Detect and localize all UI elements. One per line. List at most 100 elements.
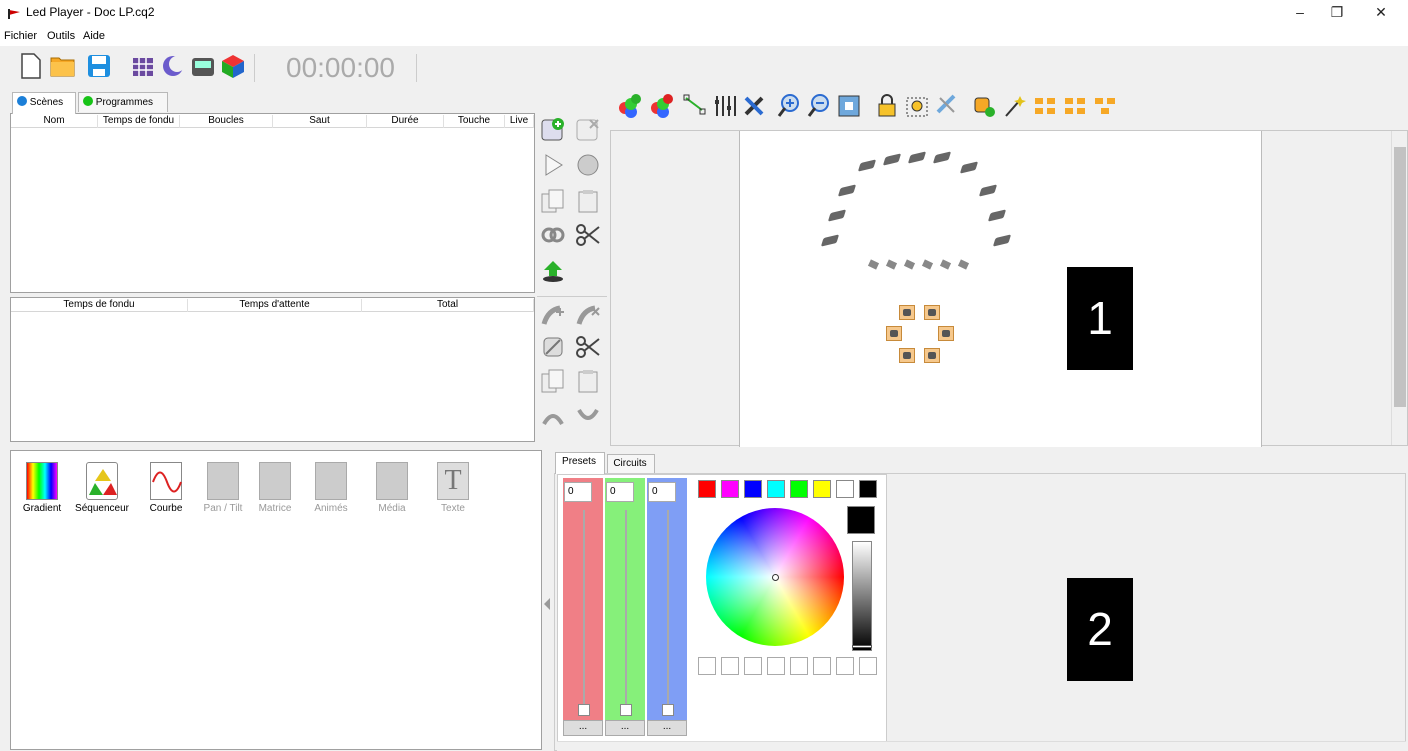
menu-fichier[interactable]: Fichier xyxy=(2,30,39,42)
zoom-in-icon[interactable] xyxy=(776,92,802,120)
col-duree[interactable]: Durée xyxy=(367,115,444,128)
red-more-button[interactable]: ... xyxy=(563,720,603,736)
fit-view-icon[interactable] xyxy=(836,92,862,120)
upload-icon[interactable] xyxy=(540,258,566,284)
col-saut[interactable]: Saut xyxy=(273,115,367,128)
effect-pan-tilt[interactable]: Pan / Tilt xyxy=(203,462,243,514)
effect-matrice[interactable]: Matrice xyxy=(255,462,295,514)
effect-gradient[interactable]: Gradient xyxy=(22,462,62,514)
restore-button[interactable]: ❐ xyxy=(1320,4,1354,21)
col-temps-de-fondu[interactable]: Temps de fondu xyxy=(11,299,188,312)
swatch-blue[interactable] xyxy=(744,480,762,498)
paste-step-icon[interactable] xyxy=(575,368,601,394)
blue-slider[interactable]: 0 xyxy=(647,478,687,720)
red-slider[interactable]: 0 xyxy=(563,478,603,720)
cut-step-icon[interactable] xyxy=(575,334,601,360)
clear-step-icon[interactable] xyxy=(540,334,566,360)
col-nom[interactable]: Nom xyxy=(11,115,98,128)
col-temps-attente[interactable]: Temps d'attente xyxy=(188,299,362,312)
align-grid-icon-1[interactable] xyxy=(1032,92,1058,120)
add-moving-head-icon[interactable] xyxy=(970,92,996,120)
delete-step-icon[interactable] xyxy=(575,304,601,330)
effect-animes[interactable]: Animés xyxy=(311,462,351,514)
save-icon[interactable] xyxy=(86,52,112,80)
custom-swatch[interactable] xyxy=(836,657,854,675)
align-grid-icon-2[interactable] xyxy=(1062,92,1088,120)
red-value-input[interactable]: 0 xyxy=(564,482,592,502)
close-button[interactable]: ✕ xyxy=(1364,4,1398,21)
magic-wand-icon[interactable] xyxy=(1002,92,1028,120)
custom-swatch[interactable] xyxy=(767,657,785,675)
open-folder-icon[interactable] xyxy=(50,52,76,80)
add-scene-icon[interactable] xyxy=(540,116,566,142)
move-down-icon[interactable] xyxy=(575,404,601,430)
delete-scene-icon[interactable] xyxy=(575,116,601,142)
swatch-cyan[interactable] xyxy=(767,480,785,498)
scissors-icon[interactable] xyxy=(575,222,601,248)
remove-fixture-icon[interactable] xyxy=(648,92,674,120)
col-temps-de-fondu[interactable]: Temps de fondu xyxy=(98,115,180,128)
collapse-arrow-icon[interactable] xyxy=(543,597,551,611)
custom-swatch[interactable] xyxy=(744,657,762,675)
tab-circuits[interactable]: Circuits xyxy=(607,454,655,474)
blue-more-button[interactable]: ... xyxy=(647,720,687,736)
steps-table[interactable]: Temps de fondu Temps d'attente Total xyxy=(10,297,535,442)
grid-icon[interactable] xyxy=(130,52,156,80)
effect-courbe[interactable]: Courbe xyxy=(146,462,186,514)
stage-canvas[interactable] xyxy=(739,131,1262,447)
green-more-button[interactable]: ... xyxy=(605,720,645,736)
moving-head[interactable] xyxy=(924,348,940,363)
effect-media[interactable]: Média xyxy=(372,462,412,514)
custom-swatch[interactable] xyxy=(698,657,716,675)
lock-icon[interactable] xyxy=(874,92,900,120)
custom-swatch[interactable] xyxy=(790,657,808,675)
custom-swatch[interactable] xyxy=(721,657,739,675)
menu-aide[interactable]: Aide xyxy=(81,30,107,42)
menu-outils[interactable]: Outils xyxy=(45,30,77,42)
tab-programmes[interactable]: Programmes xyxy=(78,92,168,112)
red-thumb[interactable] xyxy=(578,704,590,716)
moving-head[interactable] xyxy=(924,305,940,320)
swatch-green[interactable] xyxy=(790,480,808,498)
stage-view[interactable] xyxy=(610,130,1408,447)
green-slider[interactable]: 0 xyxy=(605,478,645,720)
color-wheel-cursor[interactable] xyxy=(772,574,779,581)
blue-thumb[interactable] xyxy=(662,704,674,716)
green-thumb[interactable] xyxy=(620,704,632,716)
zoom-out-icon[interactable] xyxy=(806,92,832,120)
move-up-icon[interactable] xyxy=(540,404,566,430)
cube-icon[interactable] xyxy=(220,52,246,80)
scrollbar-thumb[interactable] xyxy=(1394,147,1406,407)
scenes-table[interactable]: Nom Temps de fondu Boucles Saut Durée To… xyxy=(10,113,535,293)
add-fixture-icon[interactable] xyxy=(616,92,642,120)
vertical-scrollbar[interactable] xyxy=(1391,131,1407,445)
align-grid-icon-3[interactable] xyxy=(1092,92,1118,120)
link-icon[interactable] xyxy=(540,222,566,248)
color-wheel[interactable] xyxy=(706,508,844,646)
moving-head[interactable] xyxy=(899,305,915,320)
custom-swatch[interactable] xyxy=(813,657,831,675)
color-moon-icon[interactable] xyxy=(160,52,186,80)
group-select-icon[interactable] xyxy=(904,92,930,120)
swatch-white[interactable] xyxy=(836,480,854,498)
moving-head[interactable] xyxy=(899,348,915,363)
play-icon[interactable] xyxy=(540,152,566,178)
copy-icon[interactable] xyxy=(540,188,566,214)
effect-texte[interactable]: T Texte xyxy=(433,462,473,514)
horizontal-scrollbar[interactable] xyxy=(557,741,1406,751)
brightness-thumb[interactable] xyxy=(852,645,872,648)
dmx-device-icon[interactable] xyxy=(190,52,216,80)
select-arrow-icon[interactable] xyxy=(682,92,708,120)
swatch-magenta[interactable] xyxy=(721,480,739,498)
faders-icon[interactable] xyxy=(712,92,738,120)
moving-head[interactable] xyxy=(886,326,902,341)
col-boucles[interactable]: Boucles xyxy=(180,115,273,128)
swatch-yellow[interactable] xyxy=(813,480,831,498)
paste-icon[interactable] xyxy=(575,188,601,214)
col-total[interactable]: Total xyxy=(362,299,534,312)
add-step-icon[interactable] xyxy=(540,304,566,330)
blue-value-input[interactable]: 0 xyxy=(648,482,676,502)
minimize-button[interactable]: – xyxy=(1283,4,1317,20)
effect-sequenceur[interactable]: Séquenceur xyxy=(75,462,129,514)
tools-icon[interactable] xyxy=(742,92,768,120)
